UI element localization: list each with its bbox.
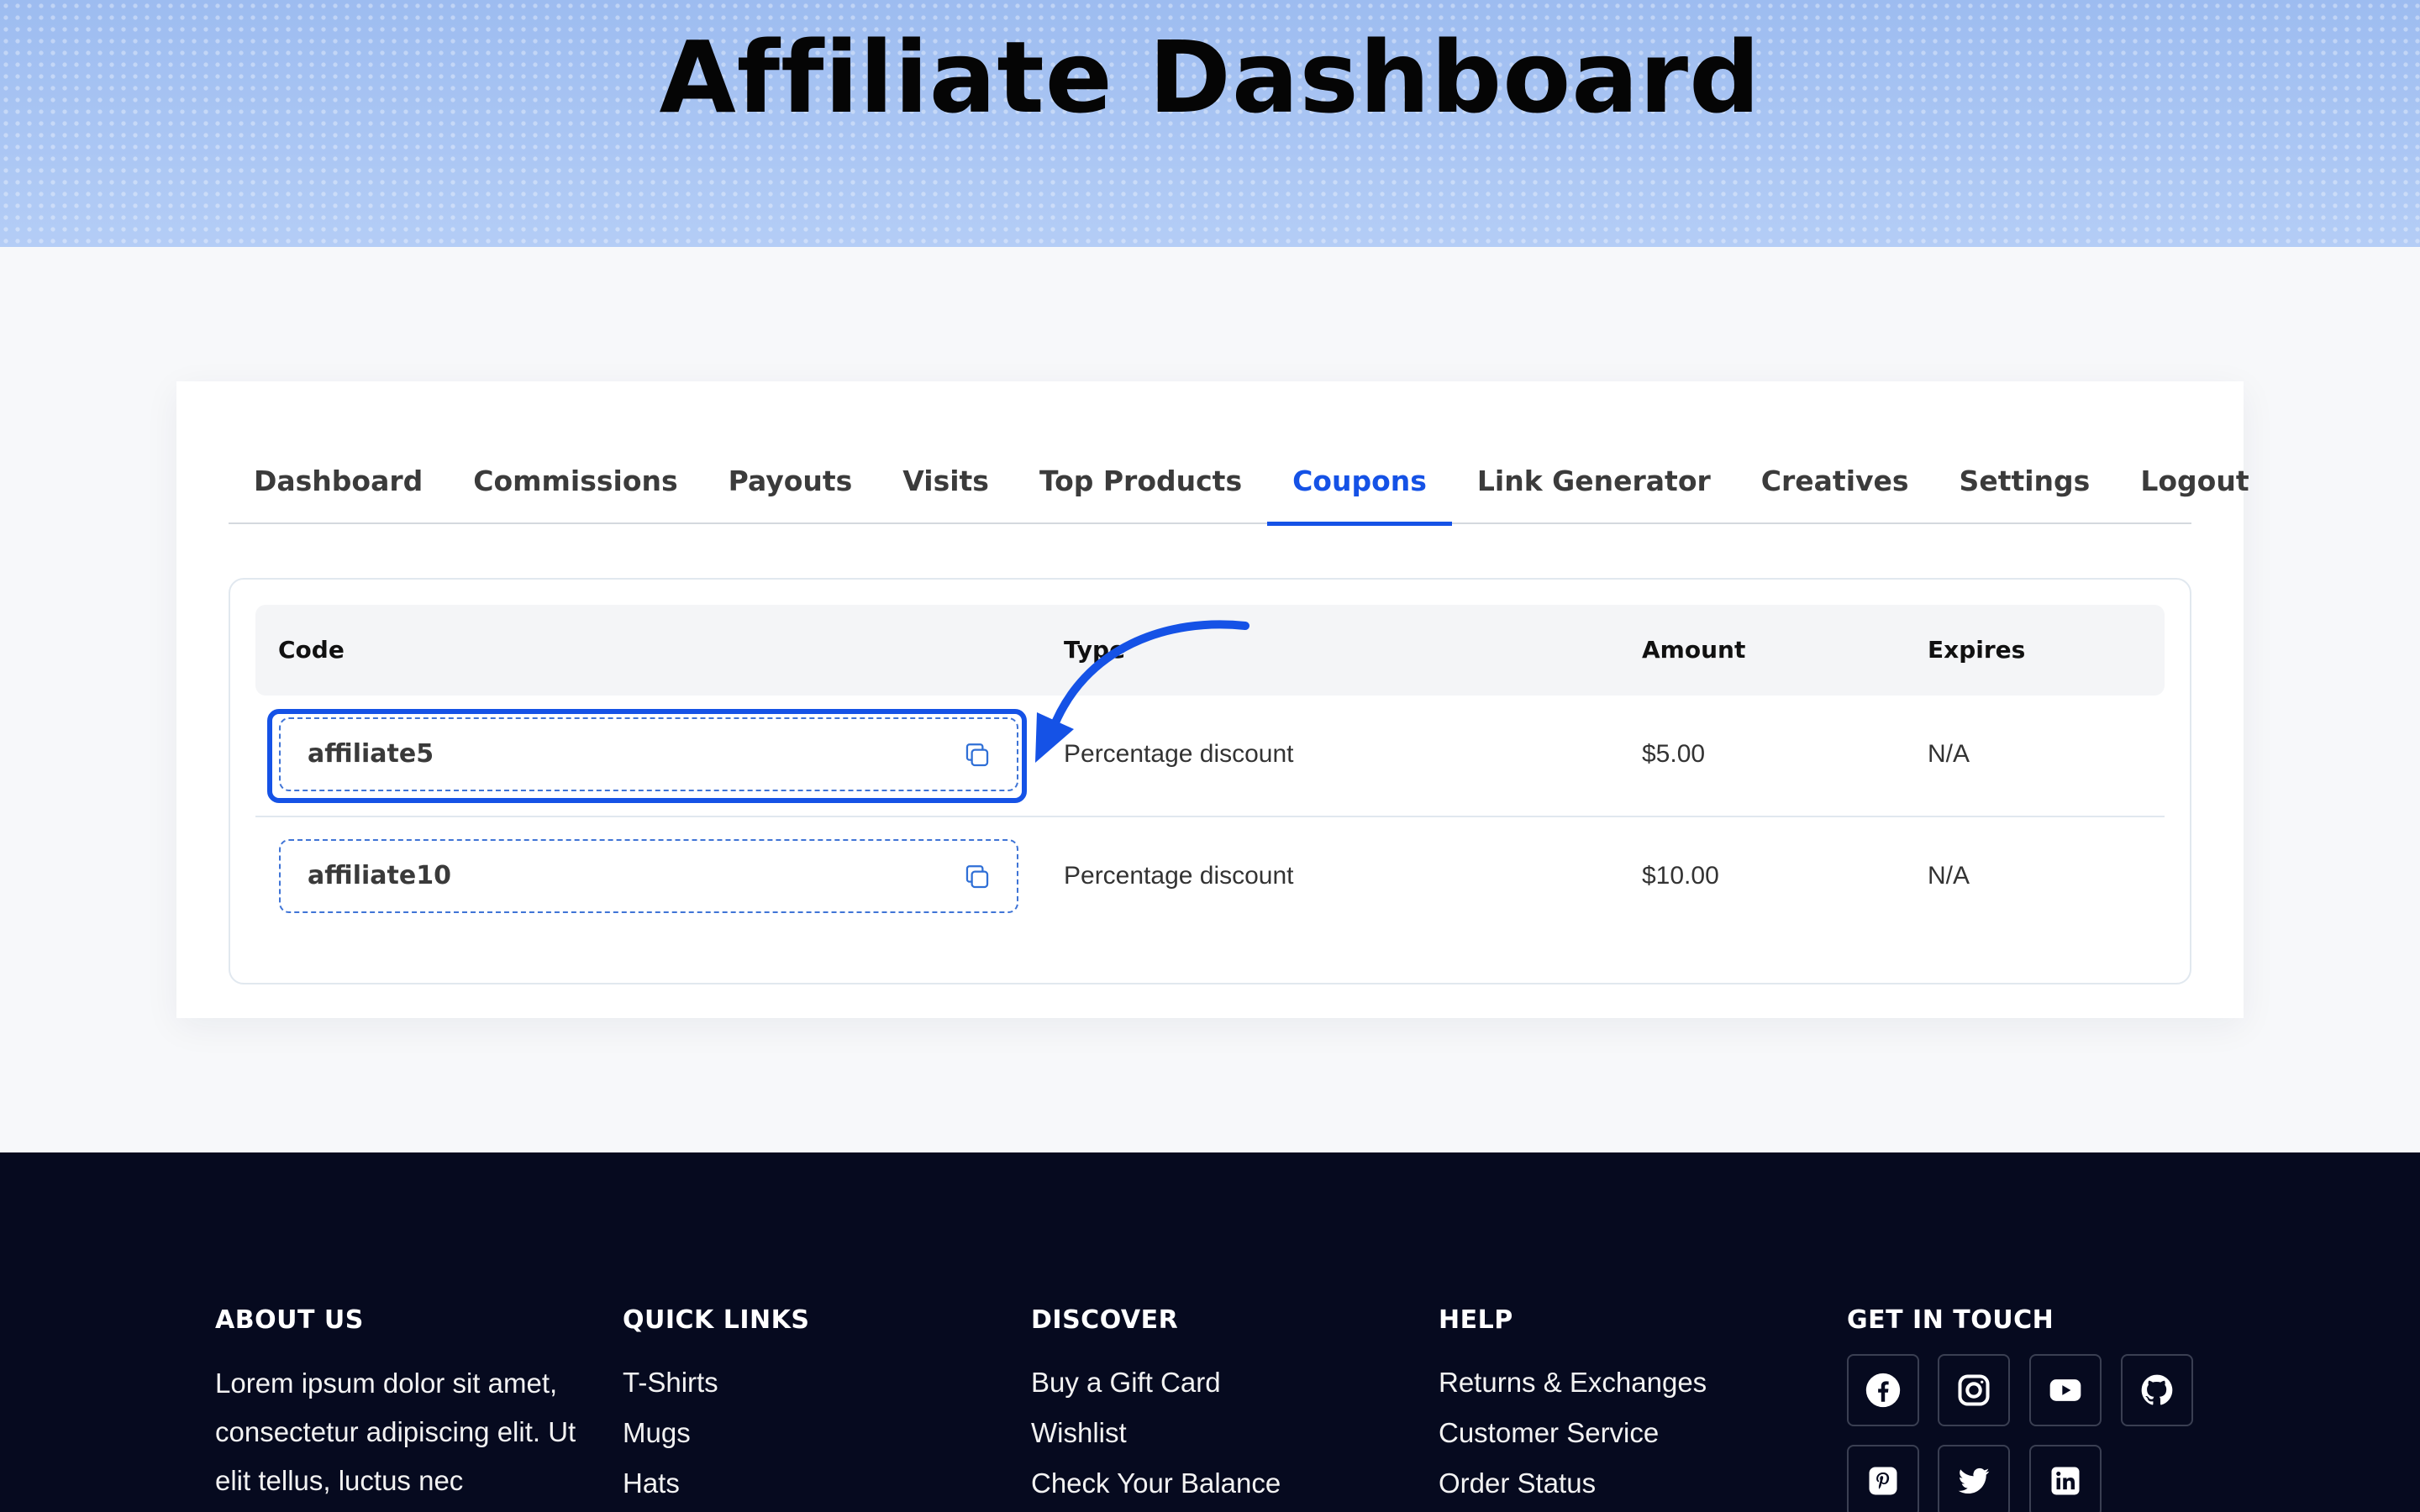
footer-link-t-shirts[interactable]: T-Shirts bbox=[623, 1357, 809, 1408]
coupon-amount: $5.00 bbox=[1642, 740, 1706, 768]
footer-link-order-status[interactable]: Order Status bbox=[1439, 1458, 1707, 1509]
tab-dashboard[interactable]: Dashboard bbox=[229, 440, 448, 524]
footer-discover: DISCOVER Buy a Gift Card Wishlist Check … bbox=[1031, 1304, 1281, 1509]
youtube-icon[interactable] bbox=[2029, 1354, 2102, 1426]
coupon-expires: N/A bbox=[1928, 862, 1970, 890]
tab-visits[interactable]: Visits bbox=[877, 440, 1014, 524]
dashboard-tabs: Dashboard Commissions Payouts Visits Top… bbox=[229, 440, 2249, 526]
tab-payouts[interactable]: Payouts bbox=[703, 440, 878, 524]
coupon-code: affiliate10 bbox=[308, 861, 451, 890]
tab-commissions[interactable]: Commissions bbox=[448, 440, 702, 524]
coupon-type: Percentage discount bbox=[1064, 862, 1294, 890]
tab-logout[interactable]: Logout bbox=[2115, 440, 2274, 524]
footer-link-returns[interactable]: Returns & Exchanges bbox=[1439, 1357, 1707, 1408]
coupon-type: Percentage discount bbox=[1064, 740, 1294, 768]
column-header-amount: Amount bbox=[1642, 636, 1746, 664]
footer-contact: GET IN TOUCH bbox=[1847, 1304, 2054, 1337]
tab-settings[interactable]: Settings bbox=[1934, 440, 2116, 524]
instagram-icon[interactable] bbox=[1938, 1354, 2010, 1426]
footer-link-gift-card[interactable]: Buy a Gift Card bbox=[1031, 1357, 1281, 1408]
footer-heading-contact: GET IN TOUCH bbox=[1847, 1305, 2054, 1335]
column-header-code: Code bbox=[278, 636, 345, 664]
pinterest-icon[interactable] bbox=[1847, 1445, 1919, 1512]
coupon-code: affiliate5 bbox=[308, 739, 434, 769]
coupon-code-field[interactable]: affiliate10 bbox=[279, 839, 1018, 913]
table-row: affiliate10 Percentage discount $10.00 N… bbox=[255, 817, 2165, 939]
footer-heading-quick-links: QUICK LINKS bbox=[623, 1305, 810, 1335]
hero-banner: Affiliate Dashboard bbox=[0, 0, 2420, 247]
footer-link-wishlist[interactable]: Wishlist bbox=[1031, 1408, 1281, 1458]
tab-creatives[interactable]: Creatives bbox=[1736, 440, 1934, 524]
facebook-icon[interactable] bbox=[1847, 1354, 1919, 1426]
column-header-expires: Expires bbox=[1928, 636, 2026, 664]
footer-quick-links: QUICK LINKS T-Shirts Mugs Hats bbox=[623, 1304, 809, 1509]
footer-about: ABOUT US Lorem ipsum dolor sit amet, con… bbox=[215, 1304, 585, 1505]
footer-link-hats[interactable]: Hats bbox=[623, 1458, 809, 1509]
dashboard-card: Dashboard Commissions Payouts Visits Top… bbox=[176, 381, 2249, 1018]
footer-heading-help: HELP bbox=[1439, 1305, 1513, 1335]
github-icon[interactable] bbox=[2121, 1354, 2193, 1426]
footer-link-mugs[interactable]: Mugs bbox=[623, 1408, 809, 1458]
coupons-table: Code Type Amount Expires affiliate5 Perc… bbox=[229, 578, 2191, 984]
footer-link-check-balance[interactable]: Check Your Balance bbox=[1031, 1458, 1281, 1509]
tab-top-products[interactable]: Top Products bbox=[1014, 440, 1267, 524]
coupon-code-field[interactable]: affiliate5 bbox=[279, 717, 1018, 791]
linkedin-icon[interactable] bbox=[2029, 1445, 2102, 1512]
column-header-type: Type bbox=[1064, 636, 1126, 664]
footer-link-customer-service[interactable]: Customer Service bbox=[1439, 1408, 1707, 1458]
page-title: Affiliate Dashboard bbox=[659, 19, 1761, 135]
table-header: Code Type Amount Expires bbox=[255, 605, 2165, 696]
tab-link-generator[interactable]: Link Generator bbox=[1452, 440, 1736, 524]
footer-about-text: Lorem ipsum dolor sit amet, consectetur … bbox=[215, 1368, 576, 1496]
footer-help: HELP Returns & Exchanges Customer Servic… bbox=[1439, 1304, 1707, 1509]
tab-coupons[interactable]: Coupons bbox=[1267, 440, 1452, 526]
copy-icon[interactable] bbox=[963, 863, 992, 891]
copy-icon[interactable] bbox=[963, 741, 992, 769]
table-row: affiliate5 Percentage discount $5.00 N/A bbox=[255, 696, 2165, 817]
twitter-icon[interactable] bbox=[1938, 1445, 2010, 1512]
footer-heading-discover: DISCOVER bbox=[1031, 1305, 1179, 1335]
coupon-expires: N/A bbox=[1928, 740, 1970, 768]
coupon-amount: $10.00 bbox=[1642, 862, 1719, 890]
footer-heading-about: ABOUT US bbox=[215, 1305, 364, 1335]
